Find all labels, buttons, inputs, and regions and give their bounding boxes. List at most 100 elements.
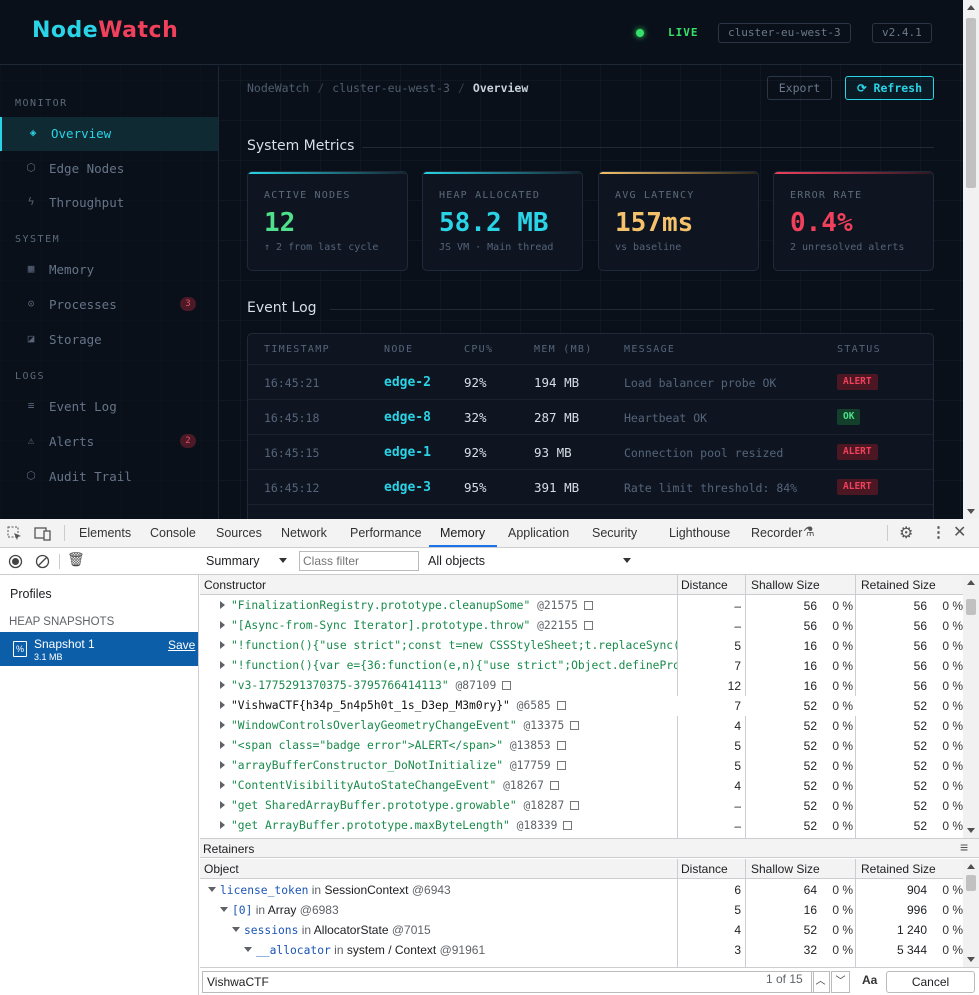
- expand-triangle-icon[interactable]: [220, 681, 225, 689]
- sidebar-item-edge-nodes[interactable]: ⬡ Edge Nodes: [0, 152, 218, 186]
- col-retained[interactable]: Retained Size: [861, 578, 936, 592]
- table-row[interactable]: 16:45:12 edge-3 95% 391 MB Rate limit th…: [248, 469, 933, 504]
- retainer-row[interactable]: sessions in AllocatorState @7015 4 52 0 % 1 …: [200, 920, 963, 940]
- expand-triangle-icon[interactable]: [220, 781, 225, 789]
- reveal-icon[interactable]: [570, 801, 580, 810]
- cluster-pill[interactable]: cluster-eu-west-3: [718, 23, 851, 43]
- sidebar-item-event-log[interactable]: ≡ Event Log: [0, 390, 218, 424]
- tab-performance[interactable]: Performance: [350, 526, 422, 540]
- table-row[interactable]: "arrayBufferConstructor_DoNotInitialize"…: [200, 756, 963, 776]
- collapse-triangle-icon[interactable]: [220, 907, 228, 912]
- table-row[interactable]: "<span class="badge error">ALERT</span>"…: [200, 736, 963, 756]
- close-devtools-icon[interactable]: ✕: [953, 522, 966, 542]
- match-case-button[interactable]: Aa: [862, 973, 877, 987]
- breadcrumb-root[interactable]: NodeWatch: [247, 81, 309, 95]
- reveal-icon[interactable]: [549, 781, 559, 790]
- col-retained[interactable]: Retained Size: [861, 862, 936, 876]
- table-row[interactable]: "get SharedArrayBuffer.prototype.growabl…: [200, 796, 963, 816]
- class-filter-input[interactable]: [299, 551, 419, 571]
- tab-application[interactable]: Application: [508, 526, 569, 540]
- view-select[interactable]: Summary: [206, 554, 259, 568]
- table-row-partial[interactable]: [248, 504, 933, 519]
- reveal-icon[interactable]: [502, 681, 512, 690]
- expand-triangle-icon[interactable]: [220, 601, 225, 609]
- expand-triangle-icon[interactable]: [220, 701, 225, 709]
- retainer-row[interactable]: license_token in SessionContext @6943 6 64…: [200, 880, 963, 900]
- clear-profiles-icon[interactable]: [35, 554, 50, 569]
- expand-triangle-icon[interactable]: [220, 721, 225, 729]
- expand-triangle-icon[interactable]: [220, 641, 225, 649]
- table-row[interactable]: "VishwaCTF{h34p_5n4p5h0t_1s_D3ep_M3m0ry}…: [200, 696, 963, 716]
- more-options-icon[interactable]: ⋮: [931, 523, 946, 541]
- device-toolbar-icon[interactable]: [34, 525, 52, 542]
- reveal-icon[interactable]: [570, 721, 580, 730]
- snapshot-item[interactable]: % Snapshot 1 3.1 MB Save: [0, 632, 198, 666]
- search-next-button[interactable]: ﹀: [831, 971, 850, 993]
- export-button[interactable]: Export: [767, 76, 832, 100]
- menu-icon[interactable]: ≡: [960, 839, 968, 855]
- col-distance[interactable]: Distance: [681, 578, 728, 592]
- table-row[interactable]: "[Async-from-Sync Iterator].prototype.th…: [200, 616, 963, 636]
- settings-gear-icon[interactable]: ⚙: [899, 523, 913, 543]
- record-heap-icon[interactable]: [8, 554, 23, 569]
- reveal-icon[interactable]: [583, 601, 593, 610]
- search-prev-button[interactable]: ︿: [811, 971, 830, 993]
- sidebar-item-throughput[interactable]: ϟ Throughput: [0, 186, 218, 220]
- table-row[interactable]: "!function(){var e={36:function(e,n){"us…: [200, 656, 963, 676]
- retainer-row[interactable]: __allocator in system / Context @91961 3 3…: [200, 940, 963, 960]
- collect-garbage-icon[interactable]: 🗑: [67, 551, 85, 568]
- app-scrollbar[interactable]: [963, 0, 979, 519]
- retainer-row[interactable]: [0] in Array @6983 5 16 0 % 996 0 %: [200, 900, 963, 920]
- table-row[interactable]: "get ArrayBuffer.prototype.maxByteLength…: [200, 816, 963, 836]
- table-row[interactable]: "FinalizationRegistry.prototype.cleanupS…: [200, 596, 963, 616]
- objects-select[interactable]: All objects: [428, 554, 485, 568]
- reveal-icon[interactable]: [556, 701, 566, 710]
- tab-elements[interactable]: Elements: [79, 526, 131, 540]
- sidebar-item-overview[interactable]: ◈ Overview: [0, 117, 218, 151]
- expand-triangle-icon[interactable]: [220, 801, 225, 809]
- expand-triangle-icon[interactable]: [220, 661, 225, 669]
- reveal-icon[interactable]: [556, 761, 566, 770]
- table-row[interactable]: "WindowControlsOverlayGeometryChangeEven…: [200, 716, 963, 736]
- table-row[interactable]: "v3-1775291370375-3795766414113" @87109 1…: [200, 676, 963, 696]
- expand-triangle-icon[interactable]: [220, 621, 225, 629]
- expand-triangle-icon[interactable]: [220, 741, 225, 749]
- search-cancel-button[interactable]: Cancel: [886, 971, 975, 993]
- refresh-button[interactable]: ⟳ Refresh: [845, 76, 934, 100]
- reveal-icon[interactable]: [563, 821, 573, 830]
- col-shallow[interactable]: Shallow Size: [751, 862, 820, 876]
- expand-triangle-icon[interactable]: [220, 821, 225, 829]
- tab-lighthouse[interactable]: Lighthouse: [669, 526, 730, 540]
- save-snapshot-link[interactable]: Save: [168, 638, 195, 652]
- tab-console[interactable]: Console: [150, 526, 196, 540]
- table-row[interactable]: 16:45:21 edge-2 92% 194 MB Load balancer…: [248, 364, 933, 399]
- retainers-scrollbar[interactable]: [963, 859, 979, 967]
- reveal-icon[interactable]: [583, 621, 593, 630]
- tab-security[interactable]: Security: [592, 526, 637, 540]
- table-row[interactable]: 16:45:18 edge-8 32% 287 MB Heartbeat OK …: [248, 399, 933, 434]
- table-row[interactable]: 16:45:15 edge-1 92% 93 MB Connection poo…: [248, 434, 933, 469]
- search-input[interactable]: VishwaCTF: [202, 971, 814, 993]
- app-logo[interactable]: NodeWatch: [32, 18, 178, 43]
- tab-sources[interactable]: Sources: [216, 526, 262, 540]
- table-row[interactable]: "!function(){"use strict";const t=new CS…: [200, 636, 963, 656]
- collapse-triangle-icon[interactable]: [244, 947, 252, 952]
- grid-scrollbar[interactable]: [963, 575, 979, 838]
- col-object[interactable]: Object: [204, 862, 239, 876]
- sidebar-item-audit-trail[interactable]: ⬡ Audit Trail: [0, 460, 218, 494]
- sidebar-item-storage[interactable]: ◪ Storage: [0, 323, 218, 357]
- sidebar-item-memory[interactable]: ▦ Memory: [0, 253, 218, 287]
- col-shallow[interactable]: Shallow Size: [751, 578, 820, 592]
- expand-triangle-icon[interactable]: [220, 761, 225, 769]
- col-distance[interactable]: Distance: [681, 862, 728, 876]
- collapse-triangle-icon[interactable]: [208, 887, 216, 892]
- tab-network[interactable]: Network: [281, 526, 327, 540]
- col-constructor[interactable]: Constructor: [204, 578, 266, 592]
- tab-recorder[interactable]: Recorder: [751, 526, 802, 540]
- sidebar-item-processes[interactable]: ⊙ Processes 3: [0, 288, 218, 322]
- reveal-icon[interactable]: [556, 741, 566, 750]
- collapse-triangle-icon[interactable]: [232, 927, 240, 932]
- sidebar-item-alerts[interactable]: ⚠ Alerts 2: [0, 425, 218, 459]
- table-row[interactable]: "ContentVisibilityAutoStateChangeEvent" …: [200, 776, 963, 796]
- breadcrumb-cluster[interactable]: cluster-eu-west-3: [332, 81, 450, 95]
